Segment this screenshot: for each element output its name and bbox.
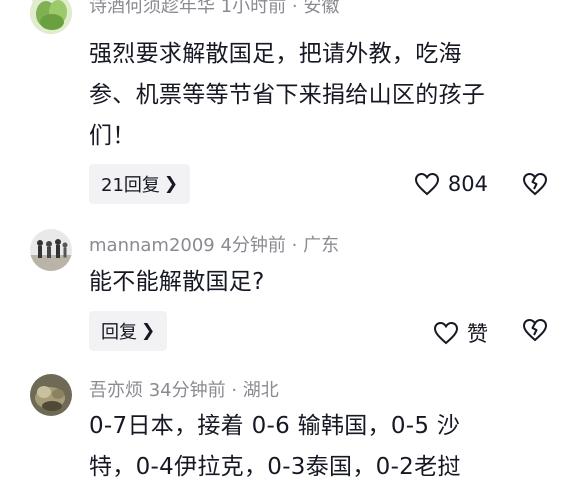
like-count: 赞 xyxy=(467,322,488,346)
avatar[interactable] xyxy=(30,0,72,34)
like-button[interactable]: 赞 xyxy=(433,318,488,348)
dislike-button[interactable] xyxy=(522,172,548,200)
comment-meta: 吾亦烦 34分钟前 · 湖北 xyxy=(89,380,279,401)
like-count: 804 xyxy=(447,172,488,196)
comment-text: 强烈要求解散国足，把请外教，吃海 参、机票等等节省下来捐给山区的孩子 们！ xyxy=(89,34,539,157)
dislike-button[interactable] xyxy=(522,318,548,346)
comment-meta: 诗酒何须趁年华 1小时前 · 安徽 xyxy=(89,0,340,17)
reply-button[interactable]: 回复 ❯ xyxy=(89,311,168,351)
replies-button[interactable]: 21回复 ❯ xyxy=(89,164,191,204)
avatar[interactable] xyxy=(30,229,72,271)
broken-heart-icon xyxy=(522,318,548,342)
comment-text-line: 强烈要求解散国足，把请外教，吃海 xyxy=(89,41,462,67)
comment-text-line: 能不能解散国足? xyxy=(89,269,265,295)
broken-heart-icon xyxy=(522,172,548,196)
avatar[interactable] xyxy=(30,374,72,416)
comment-text: 能不能解散国足? xyxy=(89,262,539,303)
replies-label: 21回复 xyxy=(101,175,160,196)
comment-text: 0-7日本，接着 0-6 输韩国，0-5 沙 特，0-4伊拉克，0-3泰国，0-… xyxy=(89,406,539,488)
comment-text-line: 0-7日本，接着 0-6 输韩国，0-5 沙 xyxy=(89,413,461,439)
comment-text-line: 特，0-4伊拉克，0-3泰国，0-2老挝 xyxy=(89,454,461,480)
comment-meta: mannam2009 4分钟前 · 广东 xyxy=(89,235,340,256)
comment-text-line: 参、机票等等节省下来捐给山区的孩子 xyxy=(89,82,486,108)
comment-text-line: 们！ xyxy=(89,123,136,149)
chevron-right-icon: ❯ xyxy=(163,174,179,194)
heart-outline-icon xyxy=(433,321,459,345)
chevron-right-icon: ❯ xyxy=(141,321,156,341)
like-button[interactable]: 804 xyxy=(414,172,488,196)
reply-label: 回复 xyxy=(101,322,137,343)
heart-outline-icon xyxy=(414,172,439,196)
